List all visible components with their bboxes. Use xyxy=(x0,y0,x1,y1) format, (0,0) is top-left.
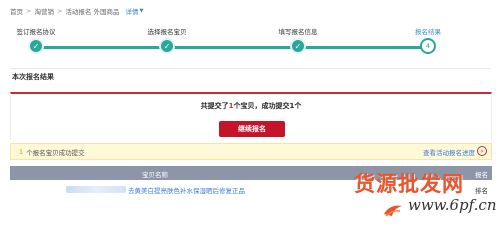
step-label-agreement: 签订报名协议 xyxy=(16,28,56,36)
breadcrumb-home[interactable]: 首页 xyxy=(10,6,23,16)
details-link[interactable]: 详情 xyxy=(125,6,138,16)
breadcrumb-activity[interactable]: 活动报名 外国商品 xyxy=(65,6,119,16)
breadcrumb: 首页 > 淘营销 > 活动报名 外国商品 详情 ▼ xyxy=(10,6,143,16)
notice-text: 个报名宝贝成功提交 xyxy=(26,148,85,157)
step-track xyxy=(36,46,428,49)
notice-count: 1 xyxy=(19,147,24,156)
arrow-right-icon[interactable]: › xyxy=(477,146,487,156)
step-number-badge: 4 xyxy=(420,38,436,54)
checkmark-icon: ✓ xyxy=(28,38,44,54)
step-label-result: 报名结果 xyxy=(415,28,441,36)
breadcrumb-marketing[interactable]: 淘营销 xyxy=(34,6,54,16)
result-panel: 共提交了1个宝贝，成功提交1个 继续报名 xyxy=(10,92,492,140)
watermark-url: www.6pf.cn xyxy=(408,196,497,214)
column-header-item-name: 宝贝名称 xyxy=(142,171,168,179)
success-notice: 1 个报名宝贝成功提交 查看活动报名进度 › xyxy=(10,143,492,160)
submission-summary: 共提交了1个宝贝，成功提交1个 xyxy=(11,101,491,111)
checkmark-icon: ✓ xyxy=(290,38,306,54)
step-label-select-items: 选择报名宝贝 xyxy=(147,28,187,36)
item-title-link[interactable]: 去黄美白提亮肤色补水保湿晒后修复正品 xyxy=(128,185,245,195)
section-title: 本次报名结果 xyxy=(12,73,54,81)
logo-icon xyxy=(384,205,402,217)
breadcrumb-separator: > xyxy=(26,7,32,15)
watermark: 货源批发网 www.6pf.cn xyxy=(354,168,500,228)
chevron-down-icon[interactable]: ▼ xyxy=(139,8,143,14)
summary-suffix: 个 xyxy=(294,102,302,110)
step-label-fill-info: 填写报名信息 xyxy=(278,28,318,36)
checkmark-icon: ✓ xyxy=(159,38,175,54)
breadcrumb-separator: > xyxy=(56,7,63,15)
blurred-item-title xyxy=(66,186,126,193)
watermark-title: 货源批发网 xyxy=(354,171,464,196)
step-progress: 签订报名协议 ✓ 选择报名宝贝 ✓ 填写报名信息 ✓ 报名结果 4 xyxy=(0,22,500,60)
view-progress-link[interactable]: 查看活动报名进度 xyxy=(423,147,475,157)
summary-middle: 个宝贝，成功提交 xyxy=(233,102,290,110)
divider xyxy=(10,68,490,69)
summary-prefix: 共提交了 xyxy=(200,102,229,110)
continue-signup-button[interactable]: 继续报名 xyxy=(219,121,285,137)
